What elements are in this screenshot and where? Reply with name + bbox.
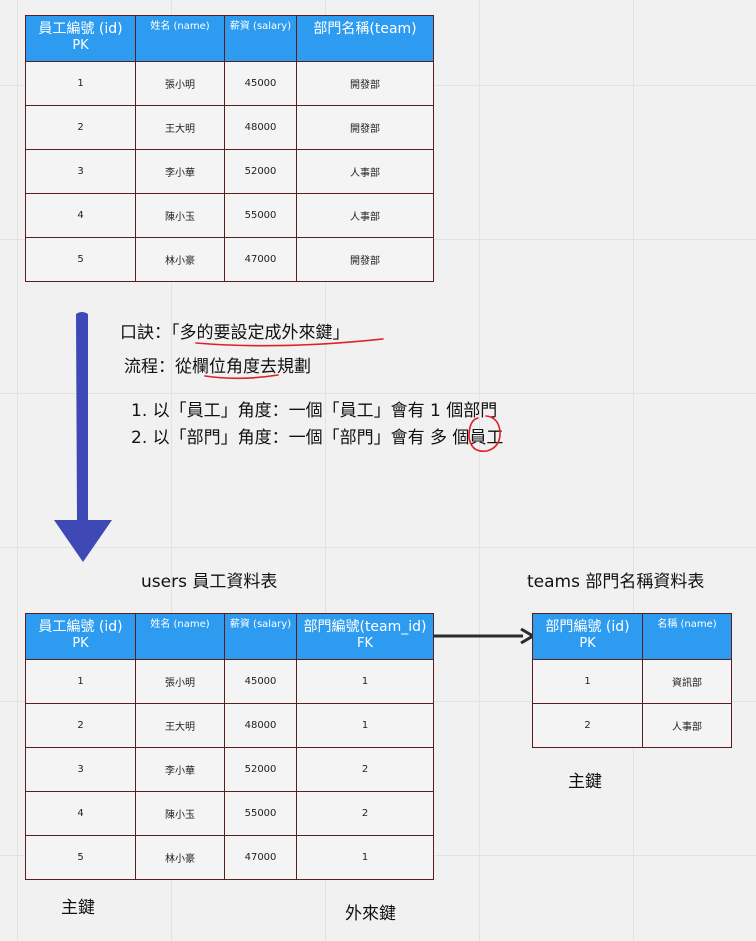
users-foreign-key-label: 外來鍵 xyxy=(345,904,396,924)
table-row: 3 李小華 52000 2 xyxy=(25,747,434,792)
table-row: 4 陳小玉 55000 2 xyxy=(25,791,434,836)
cell-salary: 47000 xyxy=(224,835,297,880)
cell-name: 人事部 xyxy=(642,703,732,748)
cell-id: 1 xyxy=(532,659,643,704)
cell-id: 3 xyxy=(25,747,136,792)
relationship-arrow-icon xyxy=(433,628,535,644)
cell-id: 2 xyxy=(532,703,643,748)
cell-team-id: 2 xyxy=(296,747,434,792)
teams-primary-key-label: 主鍵 xyxy=(568,772,602,792)
header-id: 員工編號 (id) PK xyxy=(25,613,136,660)
red-annotations xyxy=(195,338,501,453)
table-row: 2 人事部 xyxy=(532,703,732,748)
cell-name: 王大明 xyxy=(135,703,225,748)
cell-team-id: 1 xyxy=(296,703,434,748)
header-salary: 薪資 (salary) xyxy=(224,613,297,660)
cell-team-id: 1 xyxy=(296,835,434,880)
header-name: 名稱 (name) xyxy=(642,613,732,660)
cell-salary: 45000 xyxy=(224,659,297,704)
table-row: 1 張小明 45000 1 xyxy=(25,659,434,704)
header-team-id: 部門編號(team_id) FK xyxy=(296,613,434,660)
cell-id: 5 xyxy=(25,835,136,880)
cell-name: 資訊部 xyxy=(642,659,732,704)
users-table: 員工編號 (id) PK 姓名 (name) 薪資 (salary) 部門編號(t… xyxy=(25,613,434,880)
cell-salary: 55000 xyxy=(224,791,297,836)
cell-id: 4 xyxy=(25,791,136,836)
many-circle xyxy=(468,415,501,453)
cell-team-id: 2 xyxy=(296,791,434,836)
teams-table: 部門編號 (id) PK 名稱 (name) 1 資訊部 2 人事部 xyxy=(532,613,732,748)
cell-salary: 52000 xyxy=(224,747,297,792)
table-row: 1 資訊部 xyxy=(532,659,732,704)
table-row: 5 林小豪 47000 1 xyxy=(25,835,434,880)
cell-id: 2 xyxy=(25,703,136,748)
cell-name: 陳小玉 xyxy=(135,791,225,836)
header-id: 部門編號 (id) PK xyxy=(532,613,643,660)
cell-name: 張小明 xyxy=(135,659,225,704)
cell-id: 1 xyxy=(25,659,136,704)
cell-team-id: 1 xyxy=(296,659,434,704)
process-underline xyxy=(204,374,279,380)
cell-name: 林小豪 xyxy=(135,835,225,880)
mnemonic-underline xyxy=(195,338,384,347)
header-name: 姓名 (name) xyxy=(135,613,225,660)
users-primary-key-label: 主鍵 xyxy=(61,898,95,918)
table-row: 2 王大明 48000 1 xyxy=(25,703,434,748)
cell-salary: 48000 xyxy=(224,703,297,748)
teams-table-title: teams 部門名稱資料表 xyxy=(527,572,705,592)
table-header-row: 部門編號 (id) PK 名稱 (name) xyxy=(532,613,732,660)
cell-name: 李小華 xyxy=(135,747,225,792)
table-header-row: 員工編號 (id) PK 姓名 (name) 薪資 (salary) 部門編號(t… xyxy=(25,613,434,660)
users-table-title: users 員工資料表 xyxy=(141,572,278,592)
